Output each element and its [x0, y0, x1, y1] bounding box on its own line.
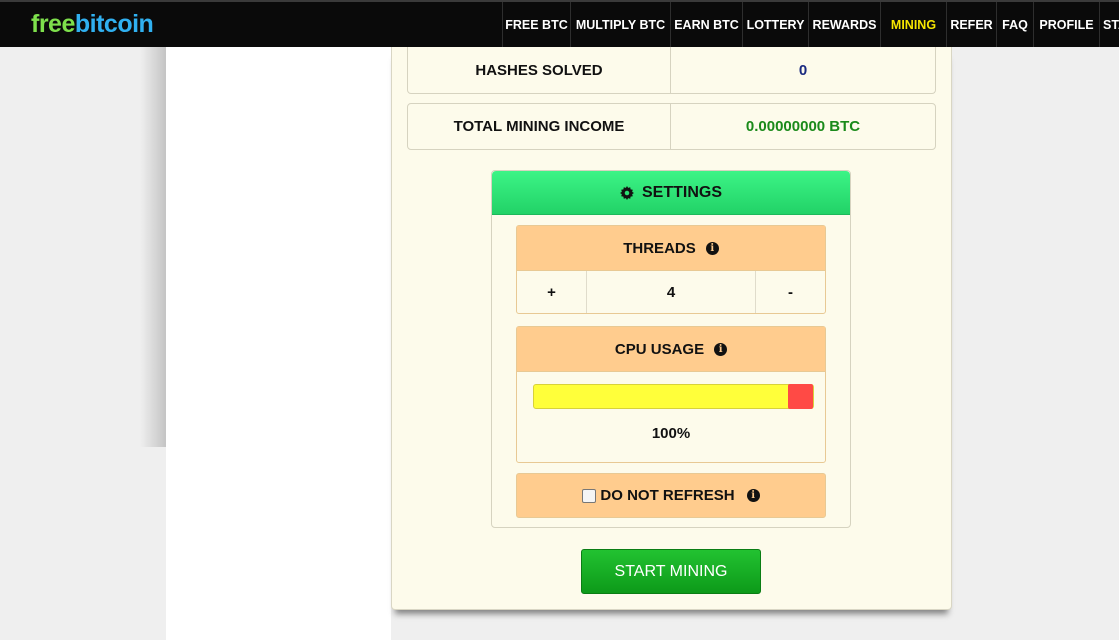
do-not-refresh-label[interactable]: DO NOT REFRESH [600, 487, 734, 504]
do-not-refresh-row: DO NOT REFRESH i [516, 473, 826, 518]
nav-rewards[interactable]: REWARDS [808, 2, 880, 47]
nav-profile[interactable]: PROFILE [1033, 2, 1099, 47]
hashes-solved-label: HASHES SOLVED [408, 47, 671, 93]
nav-earn-btc[interactable]: EARN BTC [670, 2, 742, 47]
info-icon[interactable]: i [746, 489, 760, 502]
page-background-white [166, 47, 391, 640]
threads-plus-button[interactable]: + [517, 271, 587, 313]
cpu-slider-handle[interactable] [788, 384, 813, 409]
site-logo[interactable]: freebitcoin [31, 10, 154, 39]
cpu-usage-label: CPU USAGE [614, 340, 705, 358]
do-not-refresh-checkbox[interactable] [582, 488, 597, 503]
nav-lottery[interactable]: LOTTERY [742, 2, 808, 47]
nav-free-btc[interactable]: FREE BTC [502, 2, 570, 47]
settings-header[interactable]: SETTINGS [492, 171, 850, 215]
cpu-usage-percent: 100% [651, 425, 691, 442]
logo-part-bitcoin: bitcoin [74, 10, 154, 38]
nav-refer[interactable]: REFER [946, 2, 996, 47]
nav-multiply-btc[interactable]: MULTIPLY BTC [570, 2, 670, 47]
threads-header: THREADS i [517, 226, 825, 270]
threads-value: 4 [587, 271, 756, 313]
cpu-usage-box: CPU USAGE i 100% [516, 326, 826, 463]
start-mining-button[interactable]: START MINING [581, 549, 761, 594]
hashes-solved-row: HASHES SOLVED 0 [407, 47, 936, 94]
settings-title: SETTINGS [641, 183, 722, 201]
cpu-usage-slider[interactable] [533, 384, 814, 409]
mining-income-label: TOTAL MINING INCOME [408, 104, 671, 149]
cpu-usage-body: 100% [517, 371, 825, 462]
content-shadow [140, 47, 166, 447]
threads-controls: + 4 - [517, 270, 825, 313]
logo-part-free: free [31, 10, 75, 38]
cpu-usage-header: CPU USAGE i [517, 327, 825, 371]
threads-minus-button[interactable]: - [756, 271, 825, 313]
info-icon[interactable]: i [714, 342, 728, 356]
nav-faq[interactable]: FAQ [996, 2, 1033, 47]
main-nav: FREE BTC MULTIPLY BTC EARN BTC LOTTERY R… [502, 2, 1119, 47]
nav-stats-partial[interactable]: STA [1099, 2, 1119, 47]
mining-income-row: TOTAL MINING INCOME 0.00000000 BTC [407, 103, 936, 150]
gear-icon [619, 185, 634, 200]
top-navbar: freebitcoin FREE BTC MULTIPLY BTC EARN B… [0, 0, 1119, 47]
info-icon[interactable]: i [705, 241, 719, 255]
nav-mining[interactable]: MINING [880, 2, 946, 47]
mining-income-value: 0.00000000 BTC [745, 118, 861, 135]
hashes-solved-value: 0 [798, 61, 808, 79]
threads-label: THREADS [623, 239, 696, 257]
threads-box: THREADS i + 4 - [516, 225, 826, 314]
